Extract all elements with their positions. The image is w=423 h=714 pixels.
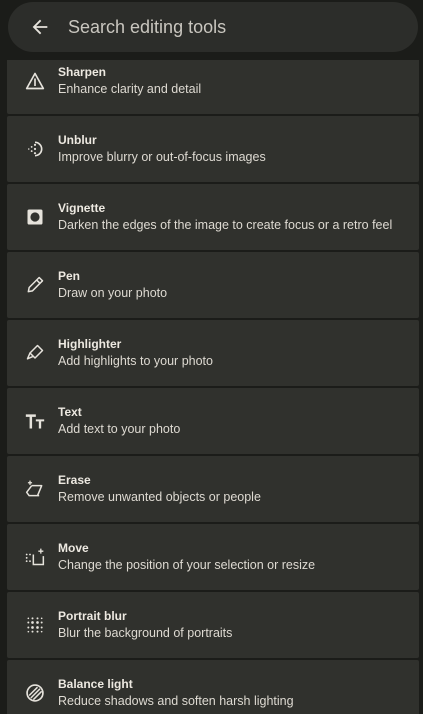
tool-name: Unblur [58, 133, 97, 147]
erase-icon [24, 478, 46, 500]
editing-tools-list[interactable]: Sharpen Enhance clarity and detail Unblu… [7, 60, 419, 714]
search-bar[interactable] [8, 2, 418, 52]
tool-description: Remove unwanted objects or people [58, 490, 261, 504]
search-input[interactable] [66, 15, 390, 39]
tool-item-highlighter[interactable]: Highlighter Add highlights to your photo [7, 320, 419, 386]
highlighter-icon [24, 342, 46, 364]
tool-item-unblur[interactable]: Unblur Improve blurry or out-of-focus im… [7, 116, 419, 182]
tool-name: Sharpen [58, 65, 107, 79]
tool-description: Add text to your photo [58, 422, 181, 436]
unblur-icon [24, 138, 46, 160]
back-button[interactable] [16, 3, 64, 51]
tool-name: Highlighter [58, 337, 122, 351]
text-icon [24, 410, 46, 432]
tool-name: Move [58, 541, 89, 555]
vignette-icon [24, 206, 46, 228]
tool-item-pen[interactable]: Pen Draw on your photo [7, 252, 419, 318]
tool-item-balance-light[interactable]: Balance light Reduce shadows and soften … [7, 660, 419, 714]
tool-name: Vignette [58, 201, 106, 215]
tool-item-erase[interactable]: Erase Remove unwanted objects or people [7, 456, 419, 522]
tool-name: Erase [58, 473, 91, 487]
tool-name: Text [58, 405, 82, 419]
balance-light-icon [24, 682, 46, 704]
sharpen-icon [24, 70, 46, 92]
tool-description: Darken the edges of the image to create … [58, 218, 393, 232]
tool-description: Improve blurry or out-of-focus images [58, 150, 266, 164]
tool-name: Pen [58, 269, 81, 283]
tool-item-vignette[interactable]: Vignette Darken the edges of the image t… [7, 184, 419, 250]
tool-description: Add highlights to your photo [58, 354, 213, 368]
tool-description: Reduce shadows and soften harsh lighting [58, 694, 294, 708]
tool-description: Draw on your photo [58, 286, 168, 300]
move-icon [24, 546, 46, 568]
portrait-blur-icon [24, 614, 46, 636]
tool-item-sharpen[interactable]: Sharpen Enhance clarity and detail [7, 60, 419, 114]
tool-item-text[interactable]: Text Add text to your photo [7, 388, 419, 454]
tool-item-move[interactable]: Move Change the position of your selecti… [7, 524, 419, 590]
tool-item-portrait-blur[interactable]: Portrait blur Blur the background of por… [7, 592, 419, 658]
tool-description: Enhance clarity and detail [58, 82, 202, 96]
pen-icon [24, 274, 46, 296]
tool-name: Portrait blur [58, 609, 127, 623]
tool-name: Balance light [58, 677, 133, 691]
arrow-back-icon [29, 16, 51, 38]
tool-description: Blur the background of portraits [58, 626, 233, 640]
tool-description: Change the position of your selection or… [58, 558, 316, 572]
